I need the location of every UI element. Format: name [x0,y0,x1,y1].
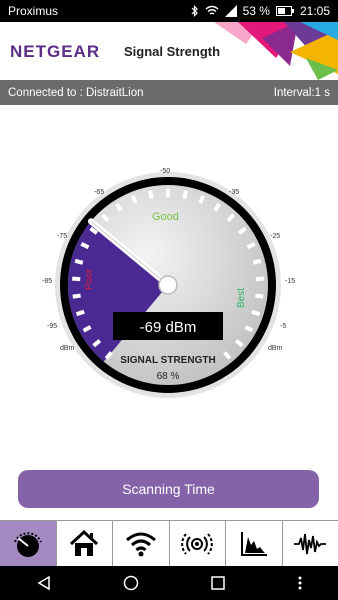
gauge-svg: dBm -95 -85 -75 -65 -50 -35 -25 -15 -5 d… [42,168,295,398]
tab-home[interactable] [57,521,113,566]
status-icons: 53 % 21:05 [191,4,330,18]
broadcast-icon [181,532,213,555]
gauge-tick [72,276,81,282]
zone-label-good: Good [152,211,179,223]
waveform-icon [294,533,327,554]
tick-label-dbm-right: dBm [268,345,283,352]
tab-wifi[interactable] [113,521,170,566]
gauge-tick [148,190,154,199]
gauge-tick [74,258,84,265]
page-title: Signal Strength [124,44,221,59]
android-nav-bar [0,566,338,600]
tick-label--65: -65 [94,189,104,196]
signal-percent: 68 % [157,371,180,382]
bottom-nav [0,520,338,566]
gauge-tick [182,190,188,199]
tick-label--95: -95 [47,323,57,330]
tick-label--50: -50 [160,168,170,175]
bluetooth-icon [191,5,198,17]
gauge-hub [158,275,178,295]
tick-label--25: -25 [270,233,280,240]
signal-gauge: dBm -95 -85 -75 -65 -50 -35 -25 -15 -5 d… [0,150,338,400]
connected-network-label: Connected to : DistraitLion [8,86,144,99]
zone-label-best: Best [236,288,247,308]
carrier-label: Proximus [8,4,59,18]
battery-percent: 53 % [242,4,270,18]
battery-icon [275,6,294,16]
zone-label-poor: Poor [84,268,95,290]
tick-label--85: -85 [42,278,52,285]
wifi-status-icon [205,5,219,15]
app-header: NETGEAR Signal Strength [0,22,338,80]
tab-waveform[interactable] [283,521,338,566]
gauge-tick [72,293,81,299]
signal-meter-icon [13,531,42,557]
gauge-tick [255,276,264,282]
gauge-tick [130,194,138,204]
status-bar: Proximus 53 % 21:05 [0,0,338,22]
signal-reading: -69 dBm [140,319,197,336]
scanning-time-button[interactable]: Scanning Time [18,470,319,508]
gauge-caption: SIGNAL STRENGTH [120,355,215,366]
gauge-tick [198,194,206,204]
home-icon [70,529,99,556]
more-icon[interactable] [297,575,303,591]
back-icon[interactable] [36,575,52,591]
tick-label--35: -35 [229,189,239,196]
recents-icon[interactable] [210,575,226,591]
tick-label--15: -15 [285,278,295,285]
tab-graph[interactable] [226,521,283,566]
interval-label: Interval:1 s [273,86,330,99]
gauge-tick [75,309,85,317]
brand-logo: NETGEAR [10,42,101,61]
tick-label--5: -5 [280,323,286,330]
home-circle-icon[interactable] [123,575,139,591]
gauge-tick [251,309,261,317]
tab-broadcast[interactable] [170,521,226,566]
connection-bar: Connected to : DistraitLion Interval:1 s [0,80,338,105]
cell-signal-icon [224,5,237,17]
tick-label-dbm-left: dBm [60,345,75,352]
gauge-tick [252,258,262,265]
gauge-tick [255,293,264,299]
tick-label--75: -75 [57,233,67,240]
clock: 21:05 [299,4,330,18]
tab-signal-meter[interactable] [0,521,57,566]
graph-icon [240,531,267,556]
wifi-icon [125,532,156,556]
